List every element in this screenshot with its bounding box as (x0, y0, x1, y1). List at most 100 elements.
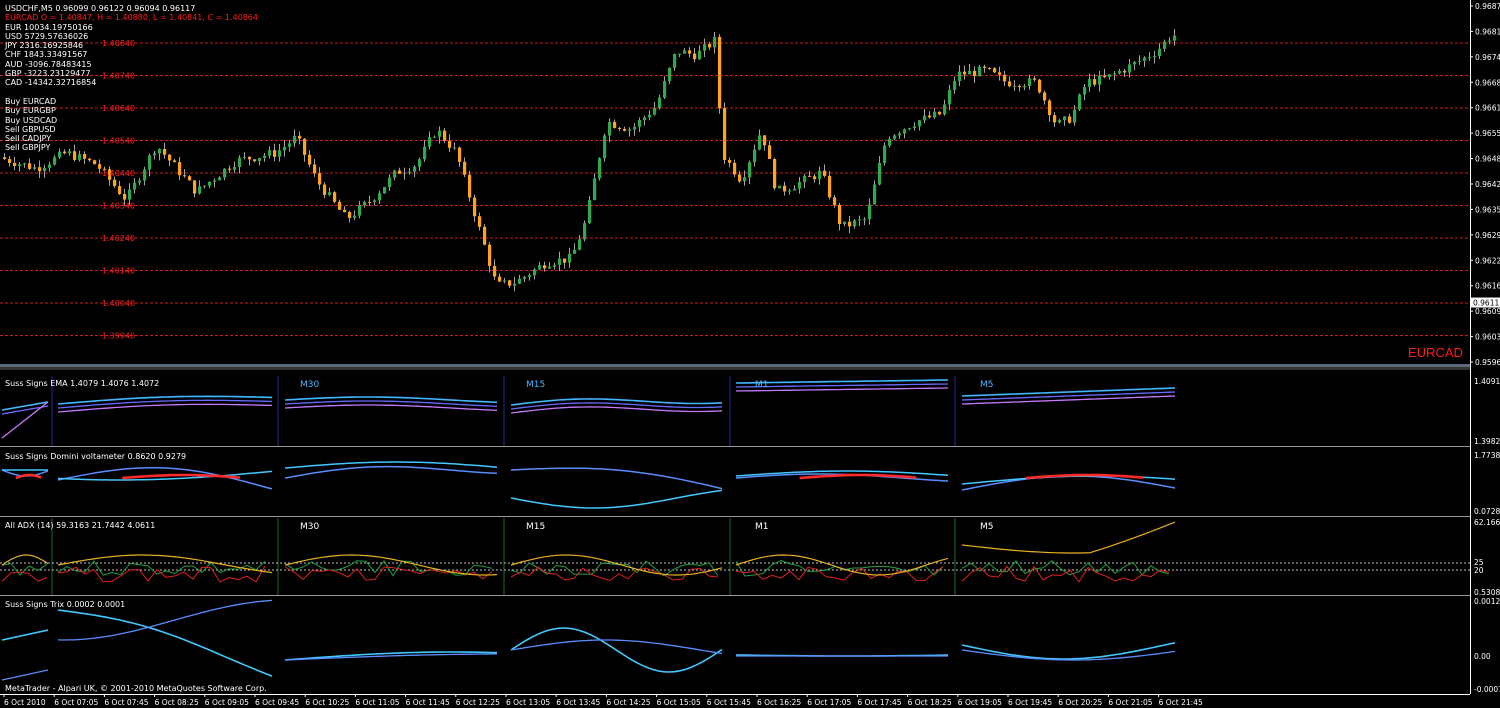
candle-body (968, 70, 972, 75)
candle-body (898, 133, 902, 136)
candle-body (178, 162, 182, 176)
adx-minus-di (1, 571, 48, 582)
candle-body (623, 128, 627, 131)
candle-body (413, 166, 417, 172)
candle-body (518, 278, 522, 284)
candle-body (333, 192, 337, 202)
time-tick-label: 6 Oct 2010 (4, 698, 46, 707)
candle-body (1093, 79, 1097, 85)
signal-2: Buy EURGBP (5, 106, 56, 116)
candle-body (438, 130, 442, 137)
candle-body (713, 36, 717, 48)
signal-4: Sell GBPUSD (5, 124, 56, 134)
candle-body (218, 177, 222, 181)
chart-header: USDCHF,M5 0.96099 0.96122 0.96094 0.9611… (5, 4, 258, 153)
price-tick-label: 0.96030 (1475, 333, 1500, 342)
candle-body (398, 170, 402, 174)
time-tick-label: 6 Oct 17:05 (807, 698, 851, 707)
price-tick-label: 0.96160 (1475, 282, 1500, 291)
candle-body (133, 182, 137, 190)
candle-body (1098, 75, 1102, 85)
candle-body (493, 265, 497, 277)
candle-body (973, 70, 977, 77)
candle-body (628, 129, 632, 131)
candle-body (18, 164, 22, 167)
candle-body (703, 44, 707, 51)
price-tick-label: 0.96355 (1475, 205, 1500, 214)
candle-body (978, 66, 982, 77)
candle-body (638, 120, 642, 127)
pane-title-voltameter: Suss Signs Domini voltameter 0.8620 0.92… (5, 452, 187, 461)
candle-body (1048, 100, 1052, 116)
price-tick-label: 0.96420 (1475, 180, 1500, 189)
candle-body (708, 44, 712, 48)
candle-body (1163, 41, 1167, 49)
candle-body (783, 185, 787, 192)
candle-body (928, 115, 932, 118)
candle-body (128, 189, 132, 200)
candle-body (993, 68, 997, 73)
candle-body (273, 150, 277, 157)
pane-axis-label: -0.0007 (1474, 685, 1500, 694)
candle-body (843, 221, 847, 225)
candle-body (258, 157, 262, 162)
adx-line (510, 554, 723, 576)
candle-body (818, 170, 822, 180)
voltameter-line-b (510, 489, 723, 509)
candle-body (798, 181, 802, 189)
strength-aud: AUD -3096.78483415 (5, 59, 92, 69)
pane-title-ema: Suss Signs EMA 1.4079 1.4076 1.4072 (5, 379, 160, 388)
candle-body (728, 160, 732, 163)
candle-body (753, 149, 757, 163)
overlay-level-label: 1.40140 (102, 267, 135, 276)
time-tick-label: 6 Oct 18:25 (908, 698, 952, 707)
candle-body (633, 126, 637, 130)
candle-body (1123, 70, 1127, 73)
tf-label-adx-m1: M1 (755, 522, 769, 532)
candle-body (3, 157, 7, 160)
candle-body (1038, 79, 1042, 93)
candle-body (573, 249, 577, 254)
candle-body (118, 186, 122, 195)
signal-6: Sell GBPJPY (5, 143, 51, 153)
candle-body (1128, 64, 1132, 73)
candle-body (468, 174, 472, 198)
candle-body (348, 212, 352, 218)
candle-body (1013, 85, 1017, 87)
candle-body (283, 146, 287, 151)
time-tick-label: 6 Oct 13:45 (556, 698, 600, 707)
candle-body (8, 159, 12, 163)
time-tick-label: 6 Oct 14:25 (606, 698, 650, 707)
candle-body (813, 176, 817, 180)
ema-mid-line (961, 391, 1176, 401)
time-tick-label: 6 Oct 13:05 (506, 698, 550, 707)
trix-line (1, 629, 49, 641)
candle-body (433, 136, 437, 138)
ema-slow-line (961, 395, 1176, 405)
candle-body (1033, 78, 1037, 80)
trix-line (57, 609, 273, 677)
candle-body (1103, 75, 1107, 78)
candle-body (173, 160, 177, 163)
candle-body (933, 111, 937, 118)
time-tick-label: 6 Oct 16:25 (757, 698, 801, 707)
voltameter-line-a (510, 467, 723, 490)
candle-body (233, 166, 237, 170)
candle-body (608, 122, 612, 136)
candle-body (1083, 86, 1087, 95)
candle-body (48, 164, 52, 168)
time-tick-label: 6 Oct 09:45 (255, 698, 299, 707)
candle-body (858, 219, 862, 221)
time-tick-label: 6 Oct 11:45 (406, 698, 450, 707)
candle-body (368, 201, 372, 203)
adx-minus-di (735, 566, 944, 582)
symbol-watermark: EURCAD (1408, 345, 1463, 360)
signal-5: Sell CADJPY (5, 134, 52, 144)
overlay-level-label: 1.40240 (102, 234, 135, 243)
candle-body (873, 184, 877, 205)
candle-body (1113, 73, 1117, 75)
candle-body (148, 155, 152, 170)
candle-body (598, 158, 602, 179)
pane-axis-label: 0.00 (1474, 652, 1491, 661)
overlay-strip (0, 367, 1470, 370)
